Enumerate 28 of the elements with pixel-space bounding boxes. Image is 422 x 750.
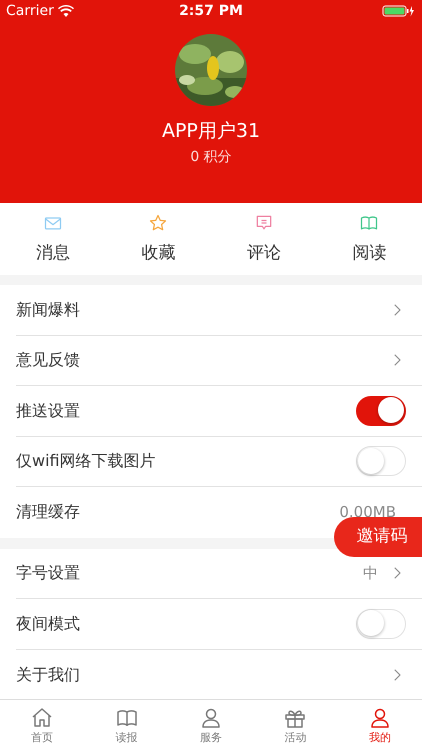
setting-label: 字号设置 (16, 562, 81, 584)
setting-label: 意见反馈 (16, 349, 81, 372)
points-label: 0 积分 (190, 148, 232, 167)
setting-label: 清理缓存 (16, 501, 81, 524)
username: APP用户31 (162, 120, 260, 143)
battery-icon (382, 4, 416, 18)
tab-item[interactable]: 首页 (0, 700, 84, 750)
tab-item[interactable]: 我的 (338, 700, 422, 750)
shortcut-item[interactable]: 评论 (211, 203, 316, 275)
tab-item[interactable]: 服务 (168, 700, 254, 750)
status-time: 2:57 PM (179, 2, 243, 20)
home-icon (30, 706, 54, 730)
setting-value: 中 (363, 563, 378, 584)
setting-label: 推送设置 (16, 400, 81, 422)
star-icon (148, 213, 168, 233)
wifi-icon (58, 5, 74, 17)
shortcut-item[interactable]: 消息 (0, 203, 106, 275)
shortcut-item[interactable]: 收藏 (106, 203, 211, 275)
setting-label: 关于我们 (16, 664, 81, 686)
setting-label: 新闻爆料 (16, 298, 81, 321)
setting-label: 仅wifi网络下载图片 (16, 450, 157, 472)
shortcut-item[interactable]: 阅读 (316, 203, 422, 275)
tab-item[interactable]: 读报 (84, 700, 169, 750)
setting-label: 夜间模式 (16, 612, 81, 635)
tab-item[interactable]: 活动 (253, 700, 338, 750)
invite-code-button[interactable]: 邀请码 (334, 517, 422, 557)
carrier-label: Carrier (6, 2, 54, 20)
toggle-switch[interactable] (356, 396, 406, 426)
